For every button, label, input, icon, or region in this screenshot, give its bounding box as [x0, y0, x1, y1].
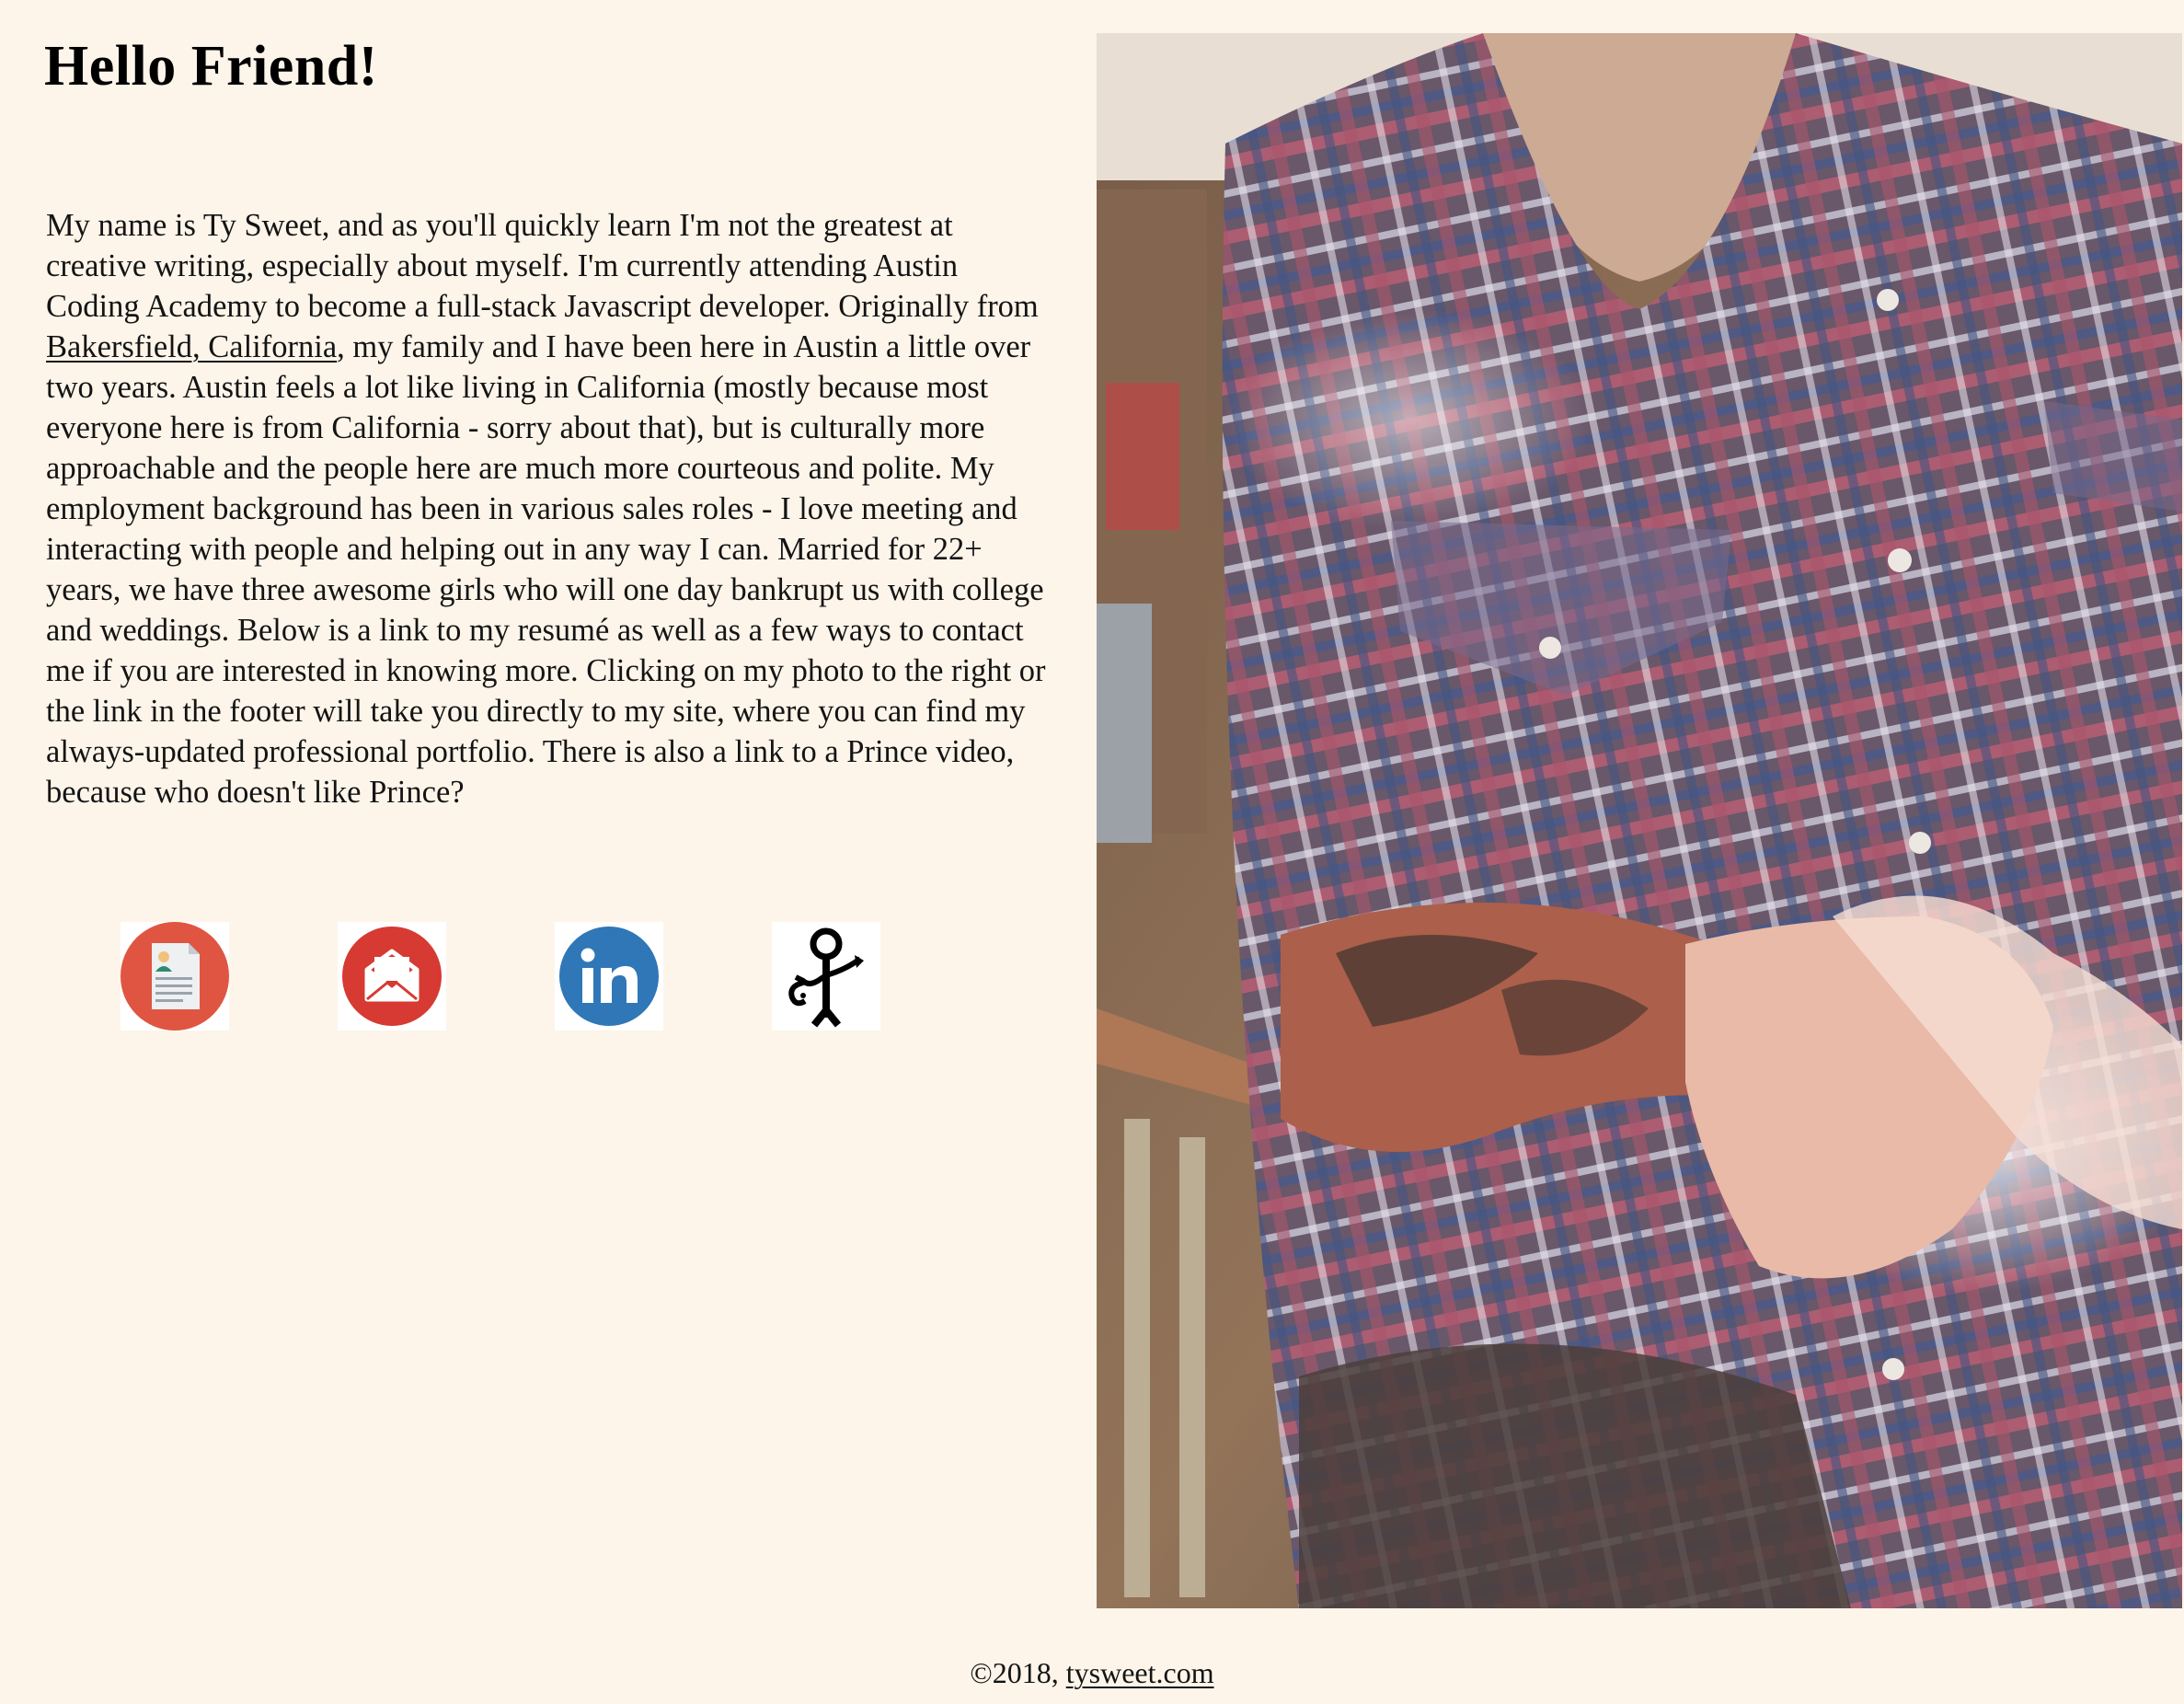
- intro-section: Hello Friend!: [44, 22, 1056, 110]
- contact-links: [121, 922, 948, 1032]
- copyright-text: ©2018,: [970, 1656, 1066, 1689]
- linkedin-icon: [559, 927, 659, 1026]
- prince-symbol-icon: [788, 927, 864, 1028]
- site-link[interactable]: tysweet.com: [1066, 1656, 1214, 1689]
- email-icon: [342, 927, 442, 1026]
- hometown-link[interactable]: Bakersfield, California: [46, 329, 337, 364]
- resume-link[interactable]: [121, 922, 229, 1030]
- profile-photo[interactable]: [1097, 33, 2182, 1608]
- prince-video-link[interactable]: [772, 922, 880, 1030]
- bio-paragraph: My name is Ty Sweet, and as you'll quick…: [46, 205, 1058, 812]
- email-link[interactable]: [338, 922, 446, 1030]
- plaid-shirt-photo: [1097, 33, 2182, 1608]
- bio-text-end: , my family and I have been here in Aust…: [46, 328, 1046, 810]
- resume-icon: [121, 922, 229, 1030]
- page-title: Hello Friend!: [44, 35, 378, 98]
- footer: ©2018, tysweet.com: [0, 1654, 2184, 1691]
- linkedin-link[interactable]: [555, 922, 663, 1030]
- bio-text-start: My name is Ty Sweet, and as you'll quick…: [46, 207, 1039, 324]
